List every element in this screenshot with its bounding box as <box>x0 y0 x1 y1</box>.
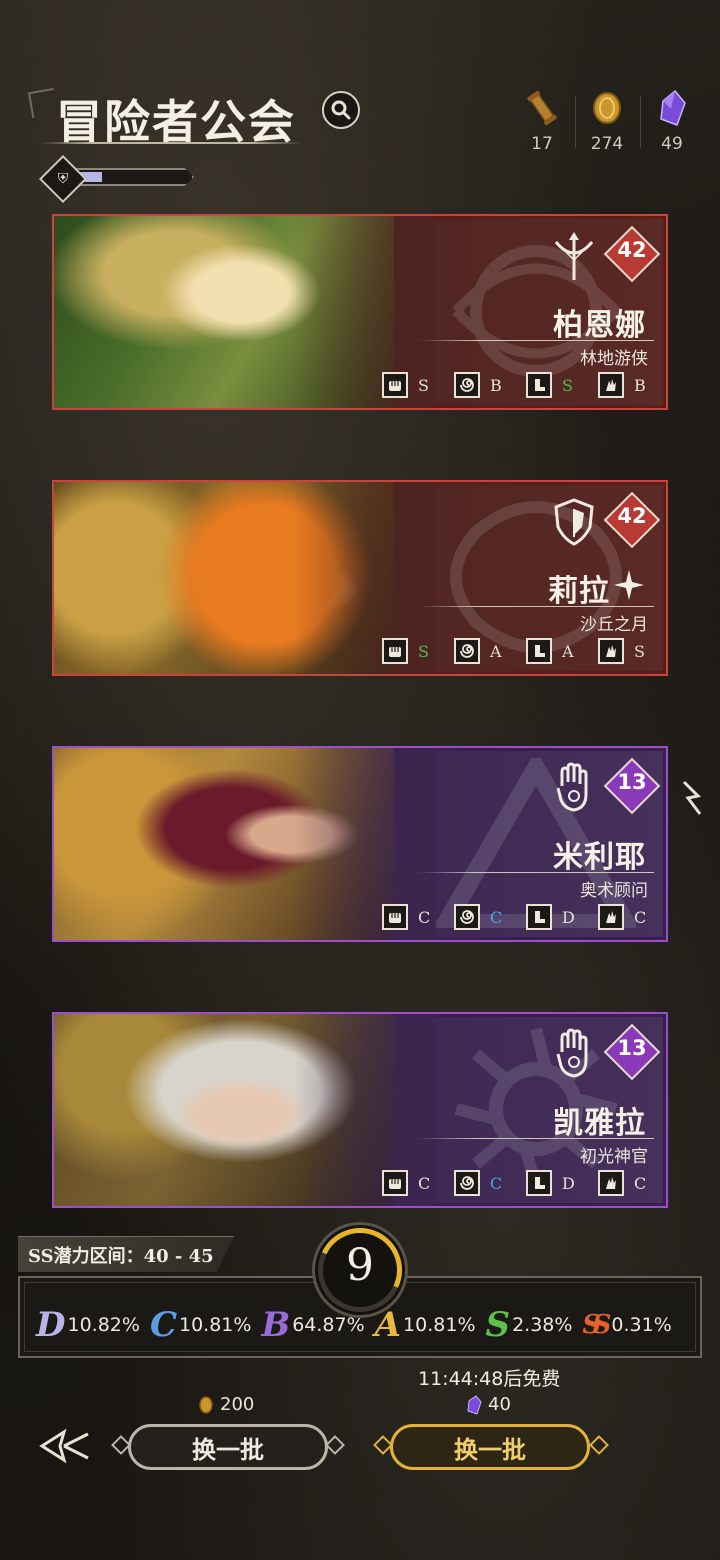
currency-divider <box>640 96 641 148</box>
stat-grade: S <box>562 375 573 395</box>
vortex-icon <box>454 372 480 398</box>
probability-item: A 10.81% <box>374 1305 476 1345</box>
adventurer-stats: C C D C <box>382 904 648 930</box>
currency-crystal[interactable]: 49 <box>642 88 702 154</box>
fist-icon <box>382 372 408 398</box>
magic-hand-icon <box>598 1170 624 1196</box>
stat-grade: D <box>562 1173 575 1193</box>
fist-icon <box>382 1170 408 1196</box>
vortex-icon <box>454 638 480 664</box>
helmet-icon: ⛨ <box>57 171 69 187</box>
boot-icon <box>526 372 552 398</box>
refresh-gold-button[interactable]: 换一批 <box>128 1424 328 1470</box>
stat-grade: A <box>562 641 574 661</box>
magic-hand-icon <box>598 372 624 398</box>
search-icon <box>331 100 351 120</box>
stat-grade: C <box>634 1173 647 1193</box>
title-underline <box>40 142 302 144</box>
stat-grade: A <box>490 641 502 661</box>
adventurer-card[interactable]: 42 柏恩娜 林地游侠 S B S B <box>52 214 668 410</box>
adventurer-title: 林地游侠 <box>580 349 648 369</box>
stat-grade: C <box>490 907 503 927</box>
adventurer-stats: S A A S <box>382 638 648 664</box>
refresh-cost-gold: 200 <box>198 1394 254 1415</box>
adventurer-title: 奥术顾问 <box>580 881 648 901</box>
adventurer-level: 13 <box>617 770 647 794</box>
adventurer-title: 初光神官 <box>580 1147 648 1167</box>
gold-coin-icon <box>577 88 637 128</box>
boot-icon <box>526 1170 552 1196</box>
magic-hand-icon <box>598 904 624 930</box>
currency-scroll-value: 17 <box>531 134 553 154</box>
palm-icon <box>546 760 602 816</box>
adventurer-level: 42 <box>617 504 647 528</box>
stat-grade: B <box>490 375 502 395</box>
fist-icon <box>382 904 408 930</box>
adventurer-card[interactable]: 13 凯雅拉 初光神官 C C D C <box>52 1012 668 1208</box>
stat-grade: S <box>418 375 429 395</box>
stat-grade: C <box>490 1173 503 1193</box>
refresh-crystal-button[interactable]: 换一批 <box>390 1424 590 1470</box>
currency-crystal-value: 49 <box>661 134 683 154</box>
boot-icon <box>526 638 552 664</box>
stat-grade: D <box>562 907 575 927</box>
fist-icon <box>382 638 408 664</box>
vortex-icon <box>454 1170 480 1196</box>
probability-item: S 2.38% <box>485 1305 573 1345</box>
back-button[interactable] <box>38 1426 92 1466</box>
adventurer-name: 柏恩娜 <box>553 308 646 343</box>
scroll-icon <box>512 88 572 128</box>
stat-grade: S <box>634 641 645 661</box>
boot-icon <box>526 904 552 930</box>
back-arrow-icon <box>39 1428 89 1464</box>
magic-hand-icon <box>598 638 624 664</box>
adventurer-level: 42 <box>617 238 647 262</box>
potential-range-label: SS潜力区间：40 - 45 <box>28 1246 214 1267</box>
currency-gold-value: 274 <box>590 134 624 154</box>
currency-divider <box>575 96 576 148</box>
adventurer-name: 凯雅拉 <box>553 1106 646 1141</box>
probability-item: SS 0.31% <box>582 1310 672 1340</box>
free-refresh-timer: 11:44:48后免费 <box>418 1368 561 1390</box>
chevron-right-icon <box>682 780 702 815</box>
stat-grade: S <box>418 641 429 661</box>
stat-grade: C <box>418 1173 431 1193</box>
adventurer-card[interactable]: 13 米利耶 奥术顾问 C C D C <box>52 746 668 942</box>
sparkle-icon <box>614 570 644 600</box>
adventurer-stats: C C D C <box>382 1170 648 1196</box>
adventurer-name: 莉拉 <box>548 574 610 609</box>
currency-scroll[interactable]: 17 <box>512 88 572 154</box>
vortex-icon <box>454 904 480 930</box>
adventurer-title: 沙丘之月 <box>580 615 648 635</box>
probability-item: D 10.82% <box>36 1305 140 1345</box>
shield-icon <box>546 494 602 550</box>
side-expand-button[interactable] <box>680 778 704 818</box>
stat-grade: C <box>634 907 647 927</box>
currency-gold[interactable]: 274 <box>577 88 637 154</box>
adventurer-card[interactable]: 42 莉拉 沙丘之月 S A A S <box>52 480 668 676</box>
refresh-cost-crystal: 40 <box>466 1394 511 1415</box>
palm-icon <box>546 1026 602 1082</box>
adventurer-stats: S B S B <box>382 372 648 398</box>
title-decoration <box>27 87 59 119</box>
adventurer-name: 米利耶 <box>553 840 646 875</box>
refresh-counter-value: 9 <box>346 1240 374 1291</box>
probability-item: C 10.81% <box>149 1305 252 1345</box>
stat-grade: C <box>418 907 431 927</box>
gold-coin-icon <box>199 1395 213 1414</box>
purple-crystal-icon <box>467 1394 482 1415</box>
search-button[interactable] <box>322 91 360 129</box>
purple-crystal-icon <box>642 88 702 128</box>
adventurer-level: 13 <box>617 1036 647 1060</box>
bow-icon <box>546 228 602 284</box>
stat-grade: B <box>634 375 646 395</box>
